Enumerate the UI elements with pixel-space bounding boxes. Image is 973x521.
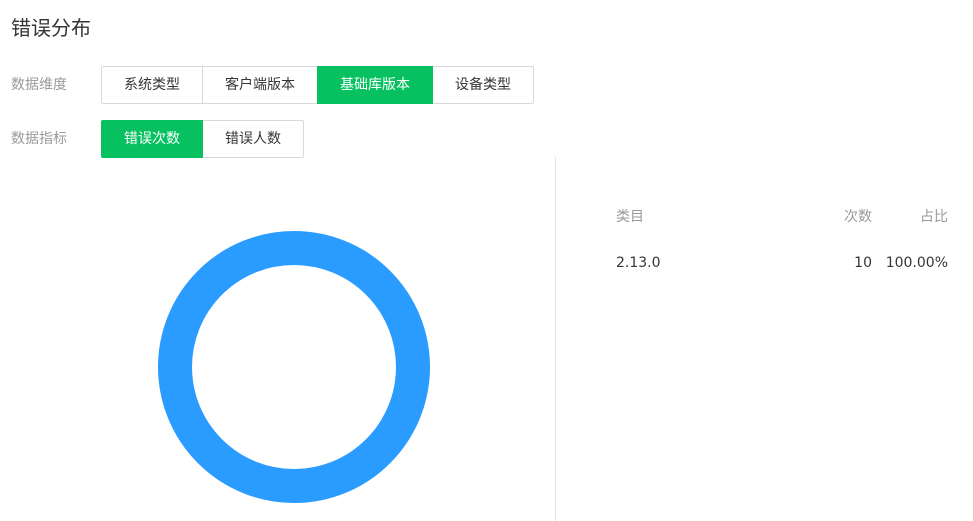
metric-option-error-users[interactable]: 错误人数 [202, 120, 304, 158]
distribution-table-header: 类目 次数 占比 [616, 207, 948, 227]
error-distribution-donut-chart [158, 231, 430, 503]
header-count: 次数 [844, 209, 872, 225]
page-title: 错误分布 [11, 16, 91, 40]
row-count: 10 [854, 255, 872, 271]
panel-divider [555, 157, 556, 521]
metric-segmented-control: 错误次数 错误人数 [101, 120, 304, 158]
row-ratio: 100.00% [885, 255, 948, 271]
metric-option-error-count[interactable]: 错误次数 [101, 120, 203, 158]
metric-filter-label: 数据指标 [11, 131, 67, 147]
dimension-option-client-version[interactable]: 客户端版本 [202, 66, 318, 104]
dimension-option-system-type[interactable]: 系统类型 [101, 66, 203, 104]
table-row: 2.13.0 10 100.00% [616, 253, 948, 273]
header-category: 类目 [616, 209, 644, 225]
dimension-filter-label: 数据维度 [11, 77, 67, 93]
header-ratio: 占比 [920, 209, 948, 225]
dimension-option-base-library-version[interactable]: 基础库版本 [317, 66, 433, 104]
dimension-segmented-control: 系统类型 客户端版本 基础库版本 设备类型 [101, 66, 534, 104]
donut-slice-2-13-0[interactable] [158, 231, 430, 503]
row-category: 2.13.0 [616, 255, 661, 271]
dimension-option-device-type[interactable]: 设备类型 [432, 66, 534, 104]
